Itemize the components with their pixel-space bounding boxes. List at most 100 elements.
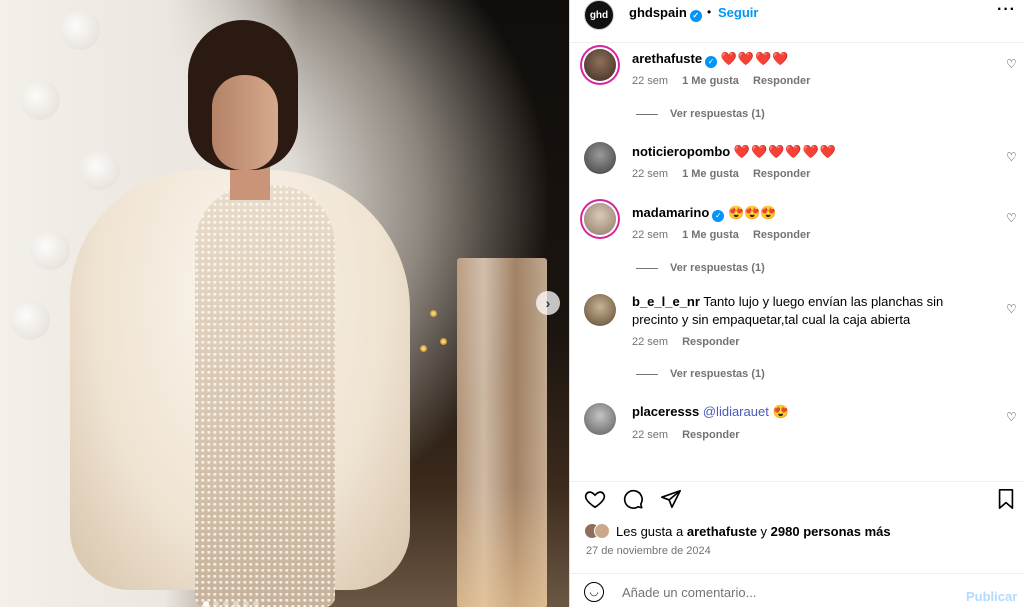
comment-username[interactable]: placeresss: [632, 404, 699, 419]
separator: •: [707, 5, 712, 19]
wall-decoration: [10, 300, 50, 340]
chevron-right-icon: ›: [545, 295, 551, 311]
bokeh-light: [420, 345, 427, 352]
carousel-dots: [203, 601, 259, 607]
replies-line: [636, 267, 658, 269]
comment-heart-icon[interactable]: ♡: [1006, 211, 1017, 225]
post-photo[interactable]: ›: [0, 0, 569, 607]
face: [212, 75, 278, 170]
comment-time[interactable]: 22 sem: [632, 75, 668, 87]
model-figure: [70, 20, 420, 607]
comment-heart-icon[interactable]: ♡: [1006, 57, 1017, 71]
heart-icon[interactable]: [584, 488, 606, 516]
comment-time[interactable]: 22 sem: [632, 229, 668, 241]
post-actions-bar: [570, 481, 1024, 513]
avatar[interactable]: [584, 294, 616, 326]
wall-decoration: [30, 230, 70, 270]
comment-body: 😍: [772, 404, 789, 419]
post-header: ghd ghdspain ✓ • Seguir ···: [570, 0, 1024, 43]
add-comment-bar: ◡ Publicar: [570, 573, 1024, 607]
comment-input[interactable]: [622, 580, 952, 604]
comment-likes[interactable]: 1 Me gusta: [682, 168, 739, 180]
verified-badge-icon: ✓: [712, 210, 725, 222]
post-date[interactable]: 27 de noviembre de 2024: [586, 545, 711, 557]
carousel-dot: [233, 601, 239, 607]
more-options-icon[interactable]: ···: [997, 1, 1016, 19]
carousel-dot: [203, 601, 209, 607]
carousel-dot: [253, 601, 259, 607]
avatar: [594, 523, 610, 539]
share-icon[interactable]: [660, 488, 682, 516]
avatar-logo-text: ghd: [589, 9, 609, 21]
view-replies-label: Ver respuestas (1): [670, 262, 765, 274]
avatar[interactable]: [584, 142, 616, 174]
bookmark-icon[interactable]: [996, 488, 1016, 516]
comment-meta: 22 sem 1 Me gusta Responder: [632, 168, 810, 180]
verified-badge-icon: ✓: [689, 10, 702, 22]
emoji-icon[interactable]: ◡: [584, 582, 604, 602]
comment-meta: 22 sem 1 Me gusta Responder: [632, 75, 810, 87]
likes-summary[interactable]: Les gusta a arethafuste y 2980 personas …: [584, 523, 891, 539]
comment-likes[interactable]: 1 Me gusta: [682, 229, 739, 241]
comment-heart-icon[interactable]: ♡: [1006, 410, 1017, 424]
verified-badge-icon: ✓: [705, 56, 718, 68]
carousel-dot: [243, 601, 249, 607]
comment-text: madamarino ✓ 😍😍😍: [632, 204, 982, 222]
comment-text: placeresss @lidiarauet 😍: [632, 403, 982, 421]
likes-connector: y: [760, 523, 768, 539]
comment-time[interactable]: 22 sem: [632, 168, 668, 180]
bokeh-light: [440, 338, 447, 345]
comment-meta: 22 sem Responder: [632, 429, 740, 441]
comment-heart-icon[interactable]: ♡: [1006, 302, 1017, 316]
likes-prefix: Les gusta a: [616, 523, 684, 539]
view-replies-button[interactable]: Ver respuestas (1): [636, 262, 765, 274]
author-username[interactable]: ghdspain: [629, 5, 687, 20]
comment-text: noticieropombo ❤️❤️❤️❤️❤️❤️: [632, 143, 982, 161]
view-replies-button[interactable]: Ver respuestas (1): [636, 108, 765, 120]
carousel-next-button[interactable]: ›: [536, 291, 560, 315]
comments-list[interactable]: arethafuste ✓ ❤️❤️❤️❤️ 22 sem 1 Me gusta …: [570, 43, 1024, 473]
replies-line: [636, 373, 658, 375]
view-replies-label: Ver respuestas (1): [670, 108, 765, 120]
comment-time[interactable]: 22 sem: [632, 429, 668, 441]
likes-count-link[interactable]: 2980 personas más: [771, 524, 891, 539]
reply-button[interactable]: Responder: [753, 168, 810, 180]
comment-meta: 22 sem Responder: [632, 336, 740, 348]
follow-button[interactable]: Seguir: [718, 5, 758, 20]
avatar[interactable]: [584, 49, 616, 81]
avatar[interactable]: [584, 203, 616, 235]
reply-button[interactable]: Responder: [682, 429, 739, 441]
carousel-dot: [223, 601, 229, 607]
comment-username[interactable]: arethafuste: [632, 51, 702, 66]
post-details-pane: ghd ghdspain ✓ • Seguir ··· arethafuste ✓ …: [569, 0, 1024, 607]
reply-button[interactable]: Responder: [682, 336, 739, 348]
view-replies-button[interactable]: Ver respuestas (1): [636, 368, 765, 380]
avatar[interactable]: [584, 403, 616, 435]
comment-text: b_e_l_e_nr Tanto lujo y luego envían las…: [632, 293, 982, 329]
comment-username[interactable]: noticieropombo: [632, 144, 730, 159]
reply-button[interactable]: Responder: [753, 229, 810, 241]
comment-body: ❤️❤️❤️❤️: [720, 51, 790, 66]
comment-username[interactable]: madamarino: [632, 205, 709, 220]
carousel-dot: [213, 601, 219, 607]
comment-time[interactable]: 22 sem: [632, 336, 668, 348]
comment-meta: 22 sem 1 Me gusta Responder: [632, 229, 810, 241]
comment-body: ❤️❤️❤️❤️❤️❤️: [733, 144, 837, 159]
comment-likes[interactable]: 1 Me gusta: [682, 75, 739, 87]
comment-username[interactable]: b_e_l_e_nr: [632, 294, 700, 309]
ice-block: [457, 258, 547, 607]
likes-user-link[interactable]: arethafuste: [687, 524, 757, 539]
sequin-dress: [195, 185, 335, 607]
post-author[interactable]: ghdspain ✓: [629, 5, 702, 22]
comment-body: 😍😍😍: [727, 205, 777, 220]
mention-link[interactable]: @lidiarauet: [703, 404, 769, 419]
replies-line: [636, 113, 658, 115]
wall-decoration: [20, 80, 60, 120]
avatar[interactable]: ghd: [584, 0, 614, 30]
comment-heart-icon[interactable]: ♡: [1006, 150, 1017, 164]
comment-icon[interactable]: [622, 488, 644, 516]
publish-button[interactable]: Publicar: [966, 589, 1017, 604]
reply-button[interactable]: Responder: [753, 75, 810, 87]
bokeh-light: [430, 310, 437, 317]
comment-text: arethafuste ✓ ❤️❤️❤️❤️: [632, 50, 982, 68]
